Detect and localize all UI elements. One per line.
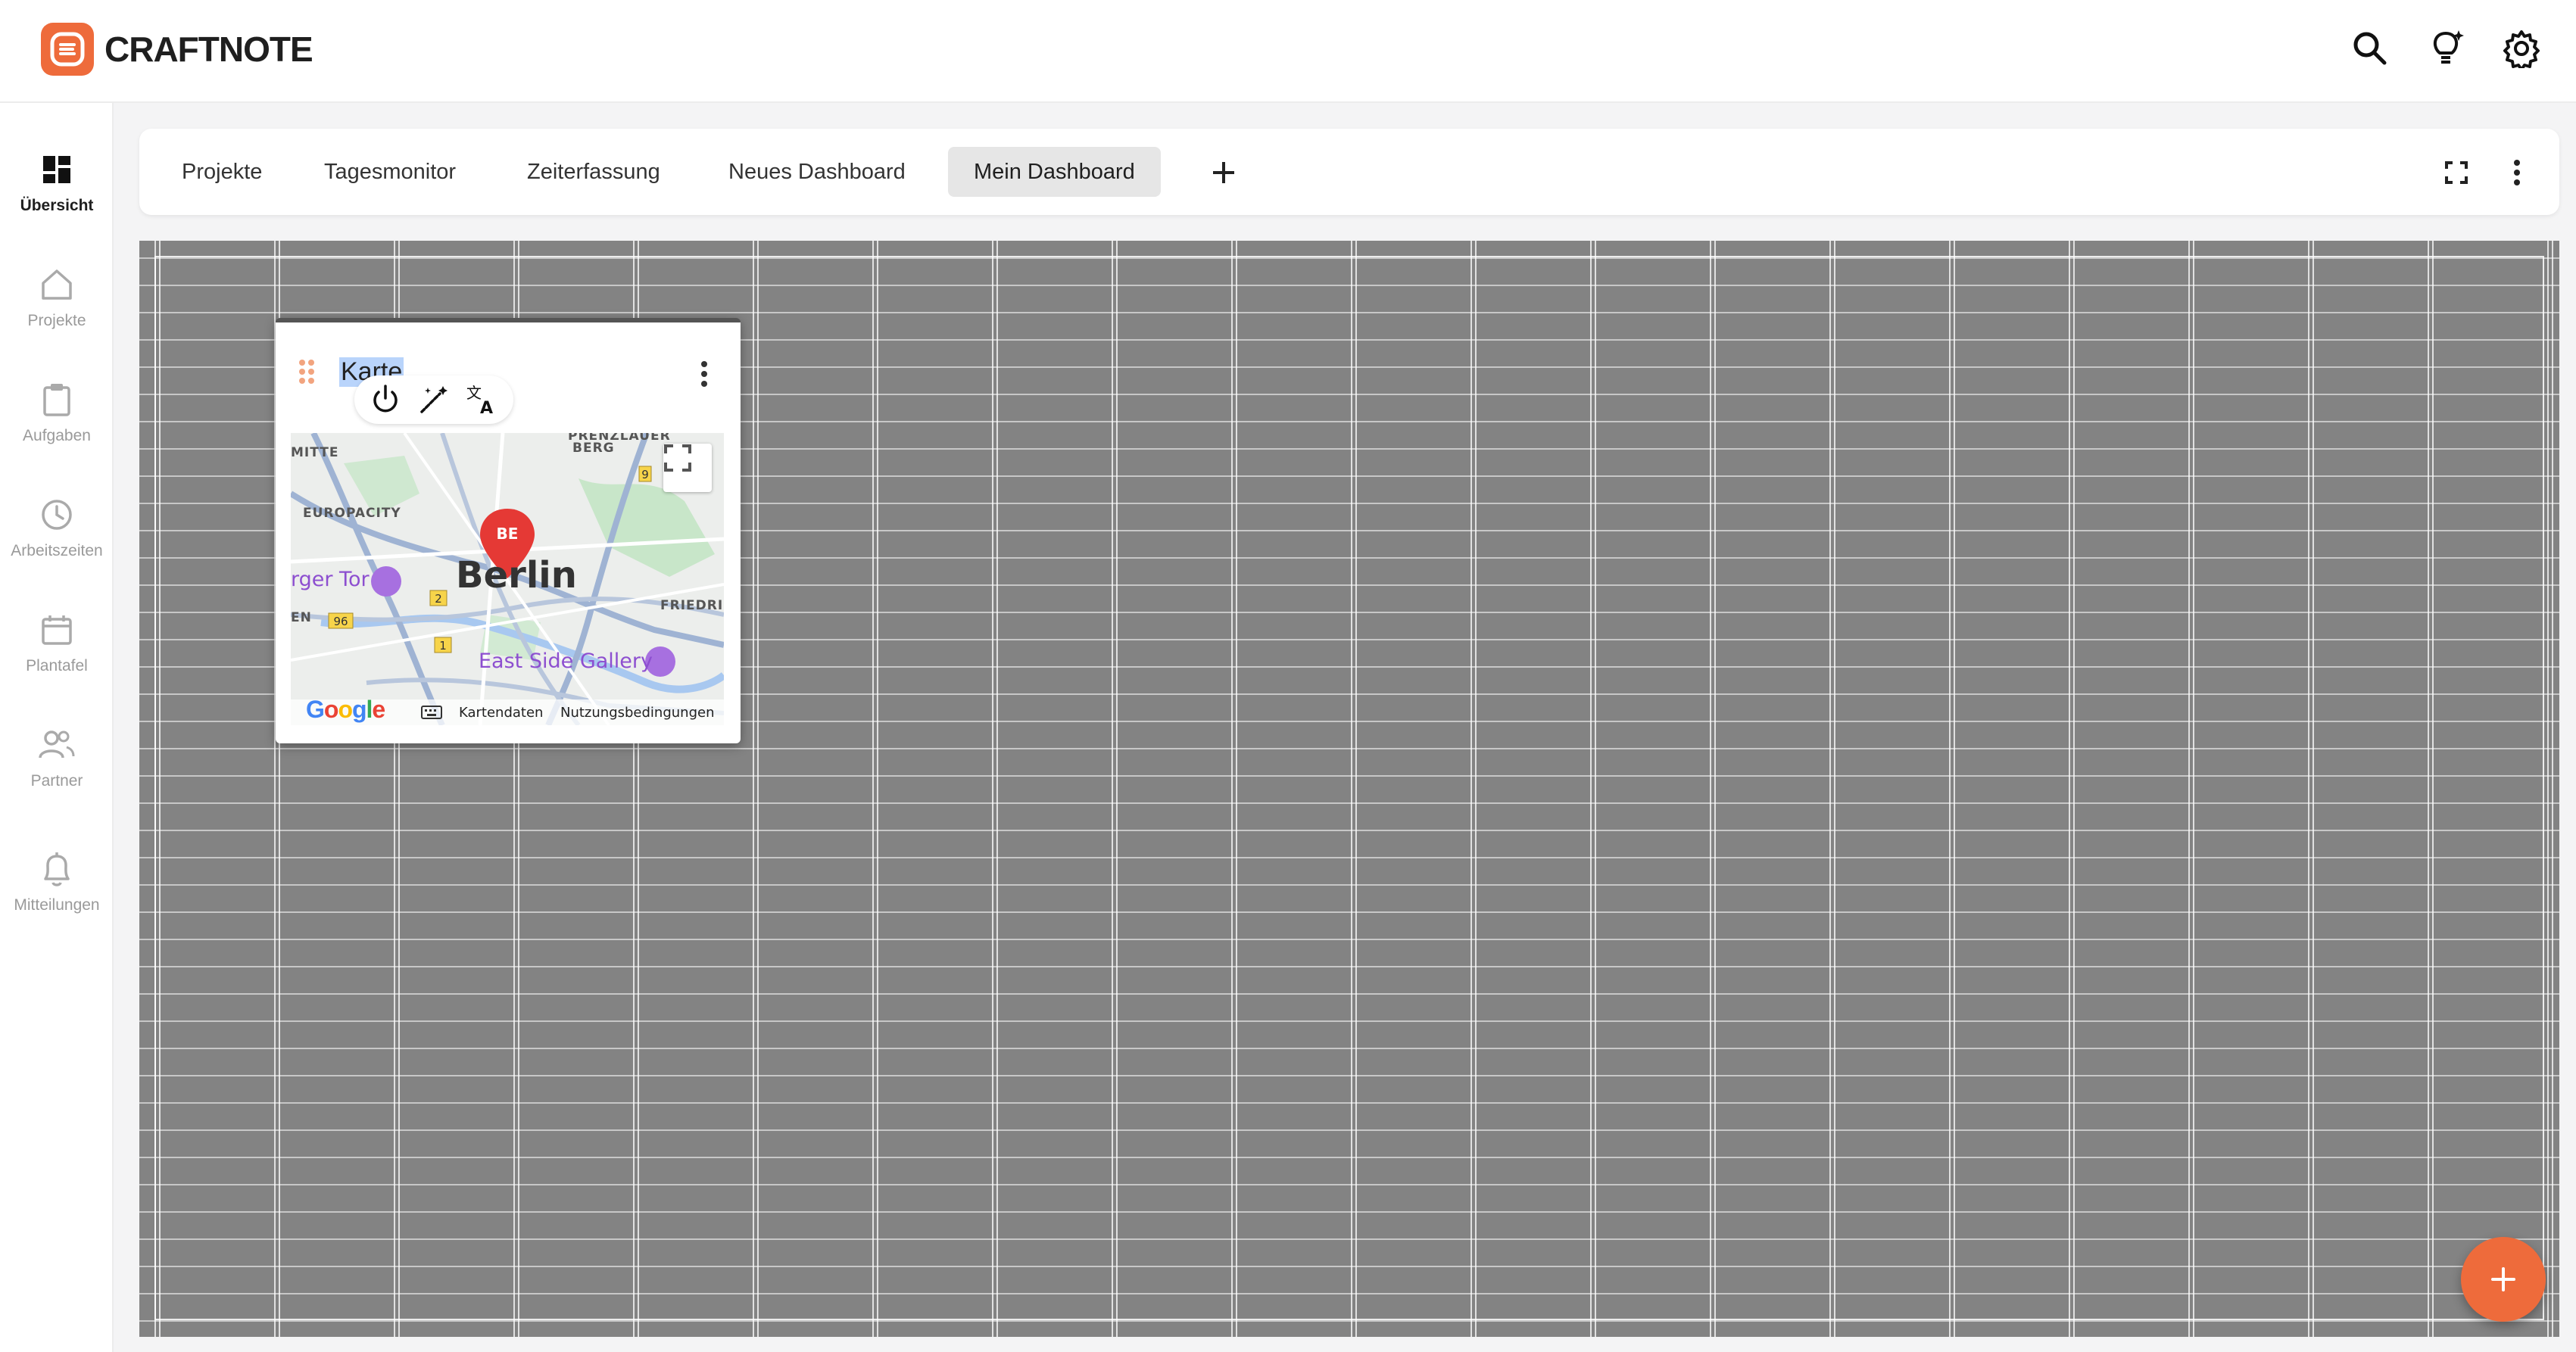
map-data-link[interactable]: Kartendaten	[459, 705, 543, 721]
map-terms-link[interactable]: Nutzungsbedingungen	[560, 705, 714, 721]
map-district-label: FRIEDRI	[660, 598, 724, 613]
clipboard-icon	[37, 380, 76, 419]
craftnote-logo-icon	[41, 23, 94, 76]
sidebar: Übersicht Projekte Aufgaben Arbeitszeite…	[0, 103, 114, 1352]
brand-name: CRAFTNOTE	[104, 30, 313, 69]
road-shield: 96	[333, 615, 348, 628]
lightbulb-icon[interactable]	[2422, 24, 2470, 73]
map-city-label: Berlin	[456, 554, 577, 597]
sidebar-item-mitteilungen[interactable]: Mitteilungen	[0, 849, 114, 914]
tab-neues-dashboard[interactable]: Neues Dashboard	[703, 147, 931, 197]
map-poi-label[interactable]: rger Tor	[291, 568, 370, 591]
drag-handle-icon[interactable]	[298, 359, 315, 388]
top-bar: CRAFTNOTE	[0, 0, 2576, 103]
clock-icon	[37, 495, 76, 534]
text-selection-toolbar: 文A	[354, 375, 513, 424]
tab-zeiterfassung[interactable]: Zeiterfassung	[501, 147, 686, 197]
svg-text:A: A	[480, 399, 493, 416]
tab-mein-dashboard[interactable]: Mein Dashboard	[948, 147, 1161, 197]
plus-icon	[2491, 1267, 2515, 1291]
map-district-label: EUROPACITY	[303, 506, 401, 521]
sidebar-item-label: Arbeitszeiten	[11, 542, 103, 559]
map-district-label: MITTE	[291, 445, 339, 460]
map-widget[interactable]: Karte 文A BE 96 2 1 9 PRENZLAUER BERG MIT…	[276, 318, 741, 743]
tab-tagesmonitor[interactable]: Tagesmonitor	[298, 147, 482, 197]
sidebar-item-partner[interactable]: Partner	[0, 725, 114, 790]
sidebar-item-aufgaben[interactable]: Aufgaben	[0, 380, 114, 445]
settings-icon[interactable]	[2497, 24, 2546, 73]
sidebar-item-label: Projekte	[27, 312, 86, 329]
search-icon[interactable]	[2346, 24, 2394, 73]
map-view[interactable]: BE 96 2 1 9 PRENZLAUER BERG MITTE EUROPA…	[291, 433, 724, 725]
dashboard-tab-bar: Projekte Tagesmonitor Zeiterfassung Neue…	[139, 129, 2559, 215]
calendar-icon	[37, 610, 76, 650]
sidebar-item-label: Plantafel	[26, 657, 88, 674]
sidebar-item-uebersicht[interactable]: Übersicht	[0, 150, 114, 215]
sidebar-item-label: Aufgaben	[23, 427, 91, 444]
magic-wand-icon[interactable]	[413, 379, 454, 420]
people-icon	[37, 725, 76, 765]
sidebar-item-plantafel[interactable]: Plantafel	[0, 610, 114, 675]
tab-projekte[interactable]: Projekte	[156, 147, 288, 197]
more-vertical-icon	[701, 361, 707, 387]
map-poi-label[interactable]: East Side Gallery	[479, 650, 653, 673]
sidebar-item-label: Partner	[30, 772, 83, 790]
sidebar-item-arbeitszeiten[interactable]: Arbeitszeiten	[0, 495, 114, 560]
fullscreen-icon	[664, 444, 691, 472]
more-vertical-icon	[2514, 160, 2520, 185]
map-pin-label: BE	[497, 525, 519, 543]
dashboard-icon	[37, 150, 76, 189]
plus-icon	[1213, 162, 1234, 183]
svg-text:文: 文	[466, 384, 482, 402]
map-fullscreen-button[interactable]	[663, 444, 712, 492]
road-shield: 9	[641, 468, 649, 481]
fullscreen-icon	[2445, 161, 2468, 184]
translate-icon[interactable]: 文A	[462, 379, 503, 420]
map-district-label: EN	[291, 610, 312, 625]
road-shield: 2	[435, 592, 442, 606]
map-district-label: BERG	[572, 441, 615, 456]
bell-icon	[37, 849, 76, 889]
add-widget-button[interactable]	[2461, 1237, 2546, 1322]
sidebar-item-label: Übersicht	[20, 197, 94, 214]
google-logo[interactable]: Google	[306, 696, 385, 724]
sidebar-item-projekte[interactable]: Projekte	[0, 265, 114, 330]
add-tab-button[interactable]	[1202, 151, 1245, 194]
fullscreen-button[interactable]	[2435, 151, 2478, 194]
road-shield: 1	[439, 639, 447, 653]
home-icon	[37, 265, 76, 304]
sidebar-item-label: Mitteilungen	[14, 896, 100, 914]
widget-menu-button[interactable]	[689, 356, 719, 392]
power-icon[interactable]	[365, 379, 406, 420]
more-menu-button[interactable]	[2496, 151, 2538, 194]
map-attribution: Google Kartendaten Nutzungsbedingungen	[291, 696, 724, 725]
app-logo[interactable]: CRAFTNOTE	[41, 23, 313, 76]
